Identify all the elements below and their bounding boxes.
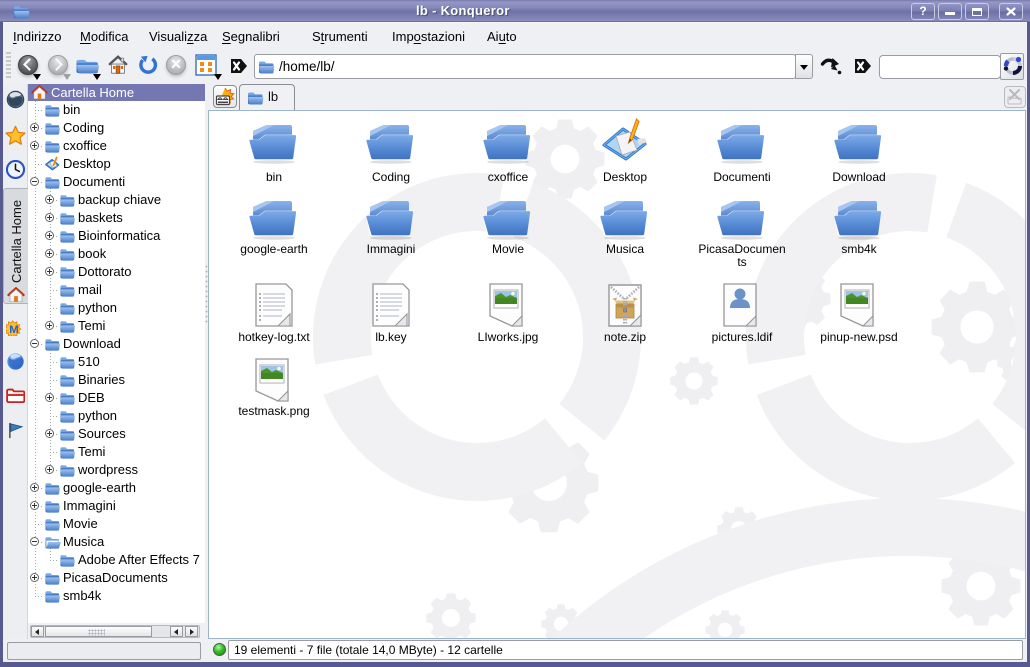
svg-text:M: M <box>9 324 19 336</box>
